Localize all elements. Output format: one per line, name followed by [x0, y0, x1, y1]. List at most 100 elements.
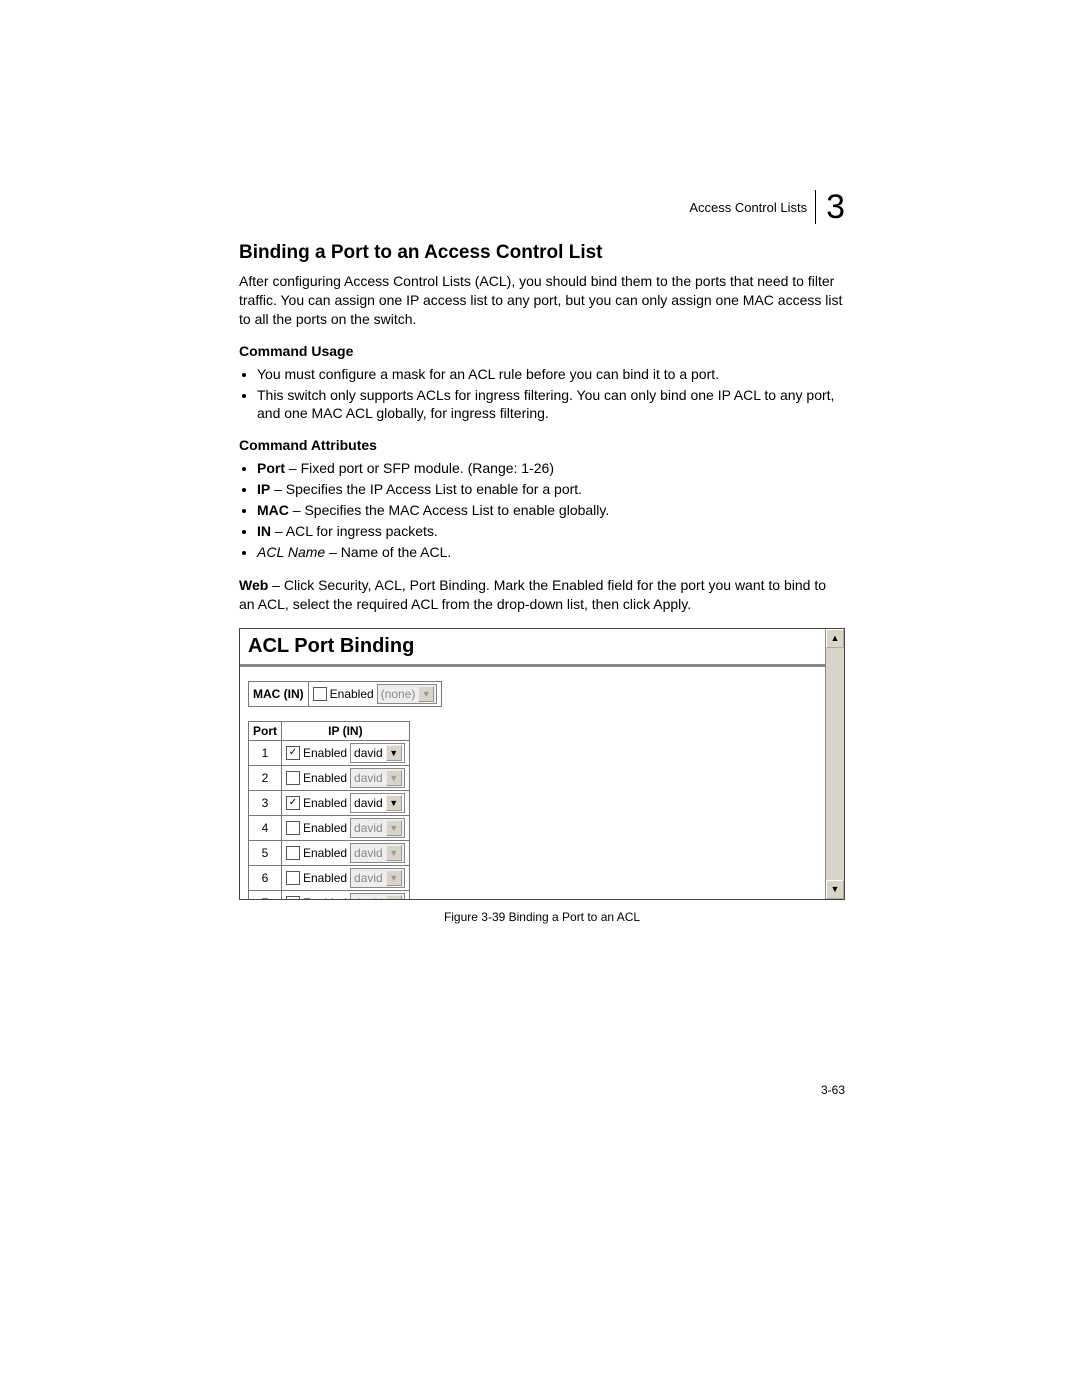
list-item: This switch only supports ACLs for ingre… — [257, 386, 845, 424]
port-enabled-checkbox[interactable] — [286, 771, 300, 785]
list-item: MAC – Specifies the MAC Access List to e… — [257, 501, 845, 520]
port-acl-select[interactable]: david▼ — [350, 843, 405, 863]
mac-enabled-checkbox[interactable] — [313, 687, 327, 701]
list-item: ACL Name – Name of the ACL. — [257, 543, 845, 562]
chevron-down-icon: ▼ — [386, 770, 402, 786]
chevron-down-icon: ▼ — [386, 870, 402, 886]
attr-term: IN — [257, 523, 271, 539]
list-item: Port – Fixed port or SFP module. (Range:… — [257, 459, 845, 478]
port-ip-cell: Enableddavid▼ — [282, 865, 410, 890]
enabled-label: Enabled — [303, 746, 347, 760]
mac-table: MAC (IN) Enabled (none) ▼ — [248, 681, 442, 707]
attr-term: MAC — [257, 502, 289, 518]
attr-desc: – Fixed port or SFP module. (Range: 1-26… — [285, 460, 554, 476]
attr-desc: – Specifies the MAC Access List to enabl… — [289, 502, 609, 518]
attr-desc: – Name of the ACL. — [325, 544, 451, 560]
enabled-label: Enabled — [303, 771, 347, 785]
port-ip-cell: Enableddavid▼ — [282, 815, 410, 840]
attr-desc: – Specifies the IP Access List to enable… — [270, 481, 582, 497]
mac-acl-select[interactable]: (none) ▼ — [377, 684, 438, 704]
enabled-label: Enabled — [303, 796, 347, 810]
table-row: 5Enableddavid▼ — [249, 840, 410, 865]
chevron-down-icon: ▼ — [386, 895, 402, 900]
command-usage-list: You must configure a mask for an ACL rul… — [239, 365, 845, 424]
port-number: 6 — [249, 865, 282, 890]
port-acl-select[interactable]: david▼ — [350, 743, 405, 763]
page-title: Binding a Port to an Access Control List — [239, 242, 845, 264]
port-enabled-checkbox[interactable] — [286, 871, 300, 885]
chevron-down-icon: ▼ — [386, 845, 402, 861]
port-acl-value: david — [354, 846, 383, 860]
port-acl-value: david — [354, 796, 383, 810]
port-acl-value: david — [354, 896, 383, 900]
port-acl-select[interactable]: david▼ — [350, 793, 405, 813]
enabled-label: Enabled — [303, 846, 347, 860]
port-ip-cell: ✓Enableddavid▼ — [282, 790, 410, 815]
port-enabled-checkbox[interactable] — [286, 846, 300, 860]
chapter-number: 3 — [815, 190, 845, 224]
chevron-down-icon: ▼ — [418, 686, 434, 702]
attr-term: IP — [257, 481, 270, 497]
web-rest: – Click Security, ACL, Port Binding. Mar… — [239, 577, 826, 612]
intro-paragraph: After configuring Access Control Lists (… — [239, 272, 845, 329]
port-number: 4 — [249, 815, 282, 840]
command-attributes-list: Port – Fixed port or SFP module. (Range:… — [239, 459, 845, 561]
port-ip-cell: Enableddavid▼ — [282, 765, 410, 790]
list-item: IP – Specifies the IP Access List to ena… — [257, 480, 845, 499]
scrollbar[interactable]: ▲ ▼ — [825, 629, 844, 899]
enabled-label: Enabled — [303, 871, 347, 885]
port-ip-cell: Enableddavid▼ — [282, 890, 410, 900]
enabled-label: Enabled — [303, 896, 347, 900]
attr-term: Port — [257, 460, 285, 476]
port-enabled-checkbox[interactable] — [286, 896, 300, 900]
port-acl-value: david — [354, 746, 383, 760]
scroll-down-icon[interactable]: ▼ — [826, 880, 844, 899]
port-ip-cell: ✓Enableddavid▼ — [282, 740, 410, 765]
port-acl-select[interactable]: david▼ — [350, 868, 405, 888]
web-lead: Web — [239, 577, 268, 593]
port-number: 7 — [249, 890, 282, 900]
figure-caption: Figure 3-39 Binding a Port to an ACL — [239, 910, 845, 924]
list-item: You must configure a mask for an ACL rul… — [257, 365, 845, 384]
port-ip-cell: Enableddavid▼ — [282, 840, 410, 865]
port-enabled-checkbox[interactable] — [286, 821, 300, 835]
divider — [240, 664, 836, 667]
port-acl-select[interactable]: david▼ — [350, 768, 405, 788]
port-number: 1 — [249, 740, 282, 765]
command-attributes-heading: Command Attributes — [239, 437, 845, 453]
enabled-label: Enabled — [303, 821, 347, 835]
table-row: 4Enableddavid▼ — [249, 815, 410, 840]
command-usage-heading: Command Usage — [239, 343, 845, 359]
port-number: 2 — [249, 765, 282, 790]
port-enabled-checkbox[interactable]: ✓ — [286, 796, 300, 810]
col-port: Port — [249, 721, 282, 740]
figure-panel: ACL Port Binding MAC (IN) Enabled (none)… — [239, 628, 845, 900]
table-row: 7Enableddavid▼ — [249, 890, 410, 900]
list-item: IN – ACL for ingress packets. — [257, 522, 845, 541]
port-enabled-checkbox[interactable]: ✓ — [286, 746, 300, 760]
port-acl-select[interactable]: david▼ — [350, 818, 405, 838]
scroll-up-icon[interactable]: ▲ — [826, 629, 844, 648]
enabled-label: Enabled — [330, 687, 374, 701]
port-acl-select[interactable]: david▼ — [350, 893, 405, 900]
port-acl-value: david — [354, 871, 383, 885]
col-ip: IP (IN) — [282, 721, 410, 740]
table-row: 3✓Enableddavid▼ — [249, 790, 410, 815]
page-number: 3-63 — [821, 1083, 845, 1097]
header-section: Access Control Lists — [689, 200, 807, 215]
mac-label: MAC (IN) — [249, 681, 309, 706]
port-acl-value: david — [354, 771, 383, 785]
chevron-down-icon: ▼ — [386, 820, 402, 836]
mac-acl-value: (none) — [381, 687, 416, 701]
port-number: 3 — [249, 790, 282, 815]
mac-cell: Enabled (none) ▼ — [308, 681, 442, 706]
table-row: 2Enableddavid▼ — [249, 765, 410, 790]
table-row: 6Enableddavid▼ — [249, 865, 410, 890]
panel-title: ACL Port Binding — [248, 635, 836, 658]
port-number: 5 — [249, 840, 282, 865]
web-paragraph: Web – Click Security, ACL, Port Binding.… — [239, 576, 845, 614]
port-acl-value: david — [354, 821, 383, 835]
port-table: Port IP (IN) 1✓Enableddavid▼2Enableddavi… — [248, 721, 410, 900]
chevron-down-icon: ▼ — [386, 745, 402, 761]
attr-term: ACL Name — [257, 544, 325, 560]
